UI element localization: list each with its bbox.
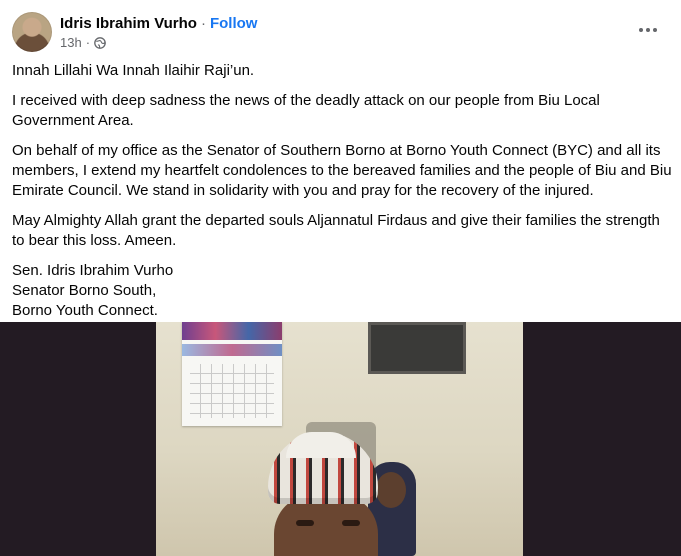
subject-eye-right	[342, 520, 360, 526]
post-signature: Sen. Idris Ibrahim Vurho Senator Borno S…	[12, 262, 174, 319]
post-media[interactable]	[0, 322, 681, 556]
wall-calendar	[182, 322, 282, 426]
globe-icon[interactable]	[94, 37, 106, 49]
post-text: Innah Lillahi Wa Innah Ilaihir Raji’un. …	[12, 61, 672, 331]
follow-button[interactable]: Follow	[210, 15, 258, 32]
post-paragraph-3: On behalf of my office as the Senator of…	[12, 142, 672, 199]
wall-frame	[368, 322, 466, 374]
post-timestamp[interactable]: 13h	[60, 35, 82, 51]
post-paragraph-4: May Almighty Allah grant the departed so…	[12, 212, 660, 249]
author-name[interactable]: Idris Ibrahim Vurho	[60, 15, 197, 32]
post-paragraph-2: I received with deep sadness the news of…	[12, 92, 600, 129]
background-person-head	[376, 472, 406, 508]
post-meta: 13h ·	[60, 35, 106, 51]
post-header: Idris Ibrahim Vurho · Follow 13h ·	[12, 12, 669, 56]
post-photo[interactable]	[156, 322, 523, 556]
author-avatar[interactable]	[12, 12, 52, 52]
subject-eye-left	[296, 520, 314, 526]
post-paragraph-1: Innah Lillahi Wa Innah Ilaihir Raji’un.	[12, 62, 255, 79]
author-line: Idris Ibrahim Vurho · Follow	[60, 14, 257, 34]
more-options-icon[interactable]	[635, 20, 661, 40]
meta-separator: ·	[85, 35, 91, 50]
post-card: Idris Ibrahim Vurho · Follow 13h · Innah L…	[0, 0, 681, 556]
name-separator: ·	[200, 15, 206, 32]
